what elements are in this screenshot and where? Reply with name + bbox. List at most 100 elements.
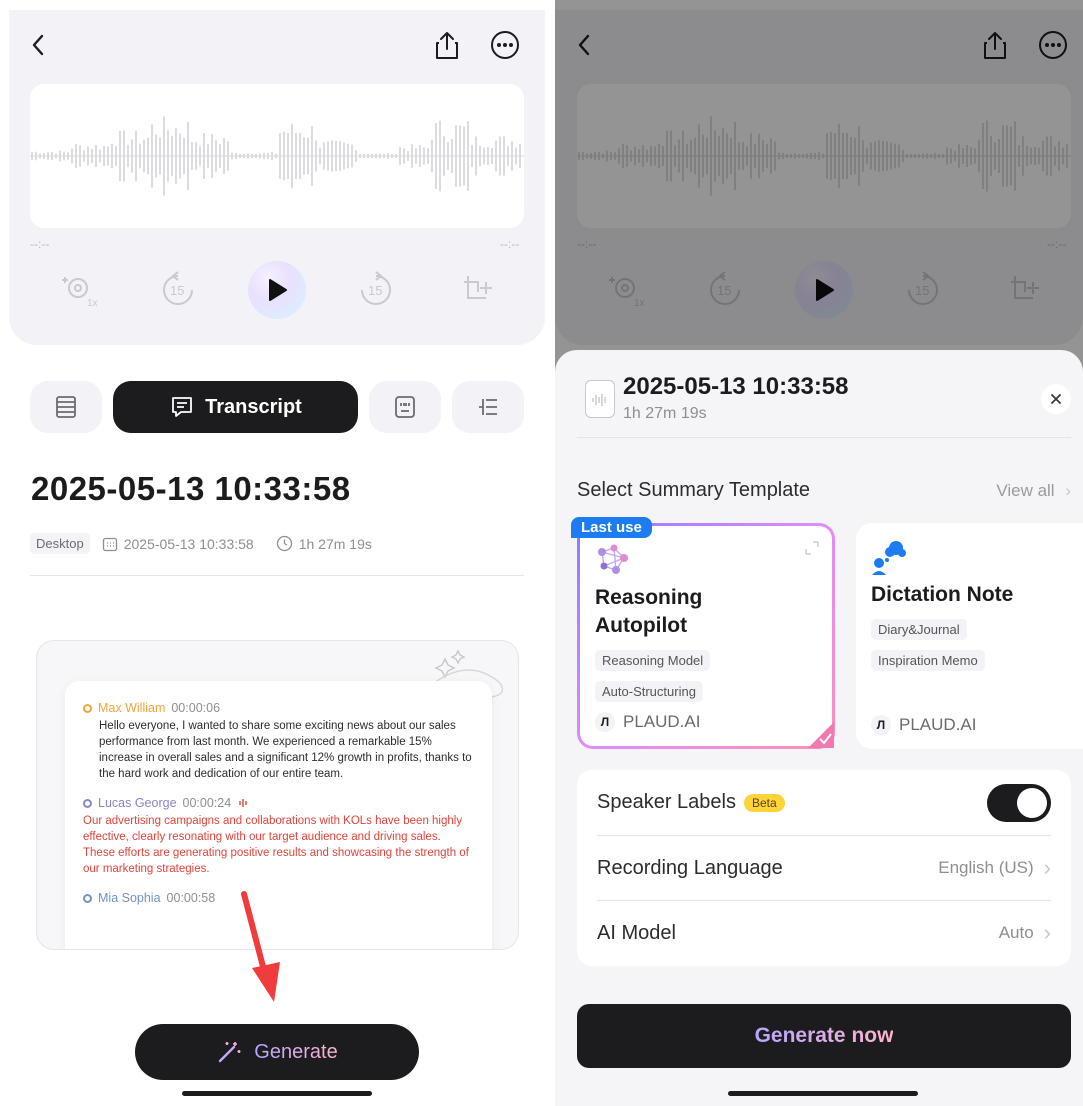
divider xyxy=(30,575,524,576)
chat-icon xyxy=(172,397,193,417)
close-icon xyxy=(1051,394,1061,404)
generate-now-button[interactable]: Generate now xyxy=(577,1004,1071,1068)
template-brand: Л PLAUD.AI xyxy=(595,712,700,732)
summary-sheet: 2025-05-13 10:33:58 1h 27m 19s Select Su… xyxy=(555,350,1083,1106)
plaud-logo-icon: Л xyxy=(595,712,615,732)
ai-model-value-wrap: Auto › xyxy=(999,920,1051,946)
ai-model-value: Auto xyxy=(998,923,1034,942)
clock-icon xyxy=(276,535,292,552)
recording-detail-screen: --:-- --:-- 1x 15 15 Transcript 2025-05-… xyxy=(0,0,548,1106)
calendar-icon xyxy=(102,537,117,551)
template-name-line1: Dictation Note xyxy=(871,583,1014,606)
chevron-right-icon: › xyxy=(1043,855,1051,880)
speaker-3-time: 00:00:58 xyxy=(166,891,216,905)
speaker-2-name: Lucas George xyxy=(98,796,177,810)
clip-icon xyxy=(464,276,492,299)
speaker-labels-toggle[interactable] xyxy=(987,783,1051,822)
recording-title: 2025-05-13 10:33:58 xyxy=(31,470,351,507)
svg-text:1x: 1x xyxy=(87,298,98,309)
more-button[interactable] xyxy=(488,28,522,62)
sheet-header: 2025-05-13 10:33:58 1h 27m 19s xyxy=(577,368,1071,438)
speed-button[interactable]: 1x xyxy=(58,268,102,312)
speaker-2-dot xyxy=(83,798,92,808)
close-button[interactable] xyxy=(1041,384,1071,414)
sheet-duration: 1h 27m 19s xyxy=(623,405,707,422)
meta-duration: 1h 27m 19s xyxy=(276,535,372,552)
expand-icon xyxy=(805,541,819,555)
template-card-dictation-note[interactable]: Dictation Note Diary&Journal Inspiration… xyxy=(856,523,1083,749)
list-indent-icon xyxy=(479,399,497,415)
chevron-right-icon: › xyxy=(1043,920,1051,945)
rewind-15-icon: 15 xyxy=(163,271,193,305)
template-name-line2: Autopilot xyxy=(595,614,688,637)
speaker-1-name: Max William xyxy=(98,701,166,715)
forward-15-icon: 15 xyxy=(361,271,391,305)
quote-icon xyxy=(395,396,415,418)
forward-15-button[interactable]: 15 xyxy=(354,268,398,312)
share-button[interactable] xyxy=(430,28,464,62)
sheet-title: 2025-05-13 10:33:58 xyxy=(623,373,849,400)
file-audio-icon xyxy=(585,380,615,418)
tab-notes[interactable] xyxy=(369,381,441,433)
settings-list: Speaker Labels Beta Recording Language En… xyxy=(577,770,1071,966)
generate-label: Generate xyxy=(254,1040,338,1063)
template-tag: Auto-Structuring xyxy=(595,681,703,702)
speaker-3-name: Mia Sophia xyxy=(98,891,161,905)
recording-language-value-wrap: English (US) › xyxy=(938,855,1051,881)
recording-duration: 1h 27m 19s xyxy=(298,535,372,552)
back-button[interactable] xyxy=(22,28,56,62)
recording-meta: Desktop 2025-05-13 10:33:58 1h 27m 19s xyxy=(30,533,372,554)
tab-transcript[interactable]: Transcript xyxy=(113,381,358,433)
rewind-15-button[interactable]: 15 xyxy=(156,268,200,312)
speaker-labels-text: Speaker Labels Beta xyxy=(597,791,785,814)
total-time: --:-- xyxy=(500,237,520,251)
red-arrow-annotation xyxy=(241,891,280,1002)
beta-badge: Beta xyxy=(743,793,785,812)
template-name-line1: Reasoning xyxy=(595,586,703,609)
generate-now-label: Generate now xyxy=(754,1024,894,1047)
more-icon xyxy=(491,31,519,59)
speech-bubble-icon xyxy=(872,541,906,575)
template-tag: Inspiration Memo xyxy=(871,650,985,671)
clip-button[interactable] xyxy=(456,268,500,312)
share-icon xyxy=(436,32,458,59)
template-tag: Diary&Journal xyxy=(871,619,967,640)
ai-model-label: AI Model xyxy=(597,921,676,944)
speaker-1-dot xyxy=(83,703,92,713)
chevron-right-icon: › xyxy=(1065,481,1071,500)
speaker-1-time: 00:00:06 xyxy=(171,701,221,715)
ai-model-row[interactable]: AI Model Auto › xyxy=(597,900,1051,965)
recording-language-row[interactable]: Recording Language English (US) › xyxy=(597,835,1051,900)
speaker-2-time: 00:00:24 xyxy=(182,796,232,810)
template-brand-label: PLAUD.AI xyxy=(899,715,977,734)
view-all-label: View all xyxy=(996,481,1055,500)
recording-language-label: Recording Language xyxy=(597,856,783,879)
meta-date: 2025-05-13 10:33:58 xyxy=(102,536,254,552)
recording-language-value: English (US) xyxy=(938,858,1034,877)
speaker-1: Max William 00:00:06 xyxy=(83,701,474,715)
svg-text:15: 15 xyxy=(368,283,382,298)
svg-text:15: 15 xyxy=(170,283,184,298)
tab-mindmap[interactable] xyxy=(452,381,524,433)
waveform-graphic xyxy=(30,116,524,196)
speaker-1-text: Hello everyone, I wanted to share some e… xyxy=(99,720,472,780)
back-icon xyxy=(32,34,44,56)
speaker-labels-row: Speaker Labels Beta xyxy=(597,770,1051,835)
generate-button[interactable]: Generate xyxy=(135,1024,419,1080)
recording-datetime: 2025-05-13 10:33:58 xyxy=(123,535,254,552)
template-card-reasoning-autopilot[interactable]: Reasoning Autopilot Reasoning Model Auto… xyxy=(571,517,835,749)
plaud-logo-icon: Л xyxy=(871,715,891,735)
last-use-badge: Last use xyxy=(571,517,652,538)
summary-sheet-screen: --:-- --:-- 1x 15 15 2025-05-13 10:33:58… xyxy=(555,0,1083,1106)
home-indicator xyxy=(182,1091,372,1096)
playing-icon xyxy=(239,799,247,807)
speaker-labels-label: Speaker Labels xyxy=(597,791,736,813)
tab-outline[interactable] xyxy=(30,381,102,433)
view-all-link[interactable]: View all › xyxy=(996,481,1071,501)
waveform[interactable] xyxy=(30,84,524,228)
template-tag: Reasoning Model xyxy=(595,650,711,671)
speed-icon: 1x xyxy=(62,277,98,309)
current-time: --:-- xyxy=(30,237,50,251)
play-button[interactable] xyxy=(248,261,306,319)
play-icon xyxy=(269,279,287,301)
